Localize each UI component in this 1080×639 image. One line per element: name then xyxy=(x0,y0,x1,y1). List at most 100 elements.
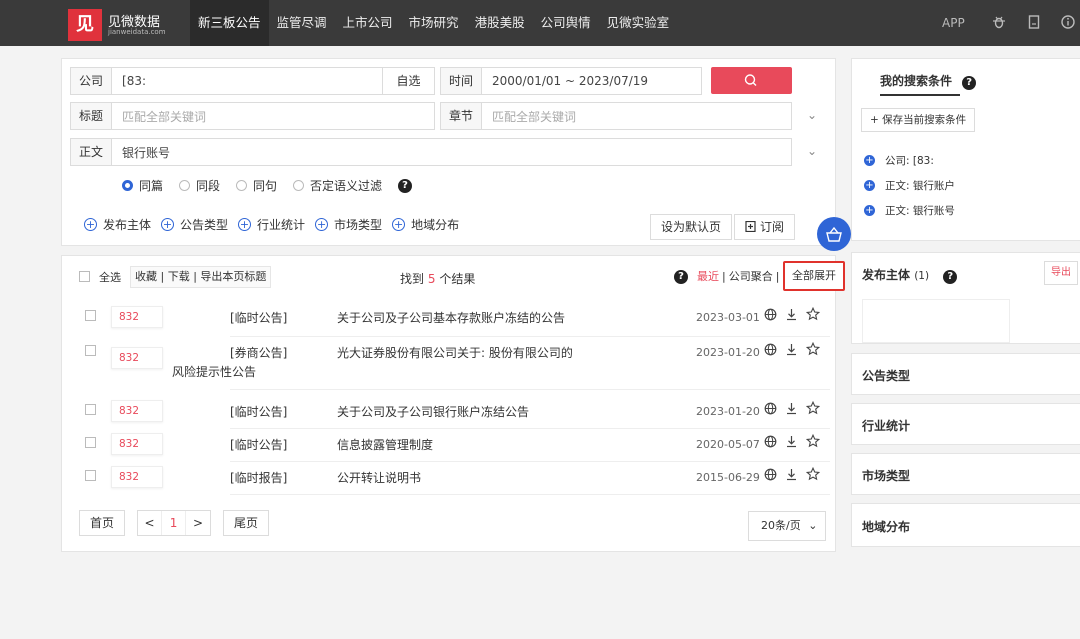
stock-code[interactable]: 832 xyxy=(111,433,163,455)
help-icon[interactable]: ? xyxy=(943,270,958,284)
subscribe-button[interactable]: 订阅 xyxy=(734,214,796,240)
save-conditions-button[interactable]: + 保存当前搜索条件 xyxy=(861,108,976,132)
plus-circle-icon[interactable]: + xyxy=(315,218,329,231)
sort-company-group[interactable]: 公司聚合 xyxy=(729,267,773,287)
company-field[interactable]: 公司 [83: 自选 xyxy=(70,67,435,95)
nav-item-opinion[interactable]: 公司舆情 xyxy=(533,0,599,46)
nav-item-regulation[interactable]: 监管尽调 xyxy=(269,0,335,46)
globe-icon[interactable] xyxy=(764,468,777,481)
export-titles-button[interactable]: 导出本页标题 xyxy=(200,270,266,283)
announcement-title-cont[interactable]: 风险提示性公告 xyxy=(172,363,256,380)
filter-industry[interactable]: 行业统计 xyxy=(257,216,305,233)
globe-icon[interactable] xyxy=(764,343,777,356)
expand-all-button[interactable]: 全部展开 xyxy=(783,261,845,291)
filter-publisher[interactable]: 发布主体 xyxy=(103,216,151,233)
page-size-select[interactable]: 20条/页 ⌄ xyxy=(748,511,826,541)
time-range-value[interactable]: 2000/01/01 ~ 2023/07/19 xyxy=(482,74,648,88)
next-page-button[interactable]: > xyxy=(186,511,210,535)
star-icon[interactable] xyxy=(806,401,820,415)
sort-latest[interactable]: 最近 xyxy=(697,267,719,287)
condition-item[interactable]: + 正文: 银行账户 xyxy=(864,178,955,193)
help-icon[interactable]: ? xyxy=(674,270,688,284)
radio-negation-filter[interactable] xyxy=(293,180,305,191)
last-page-button[interactable]: 尾页 xyxy=(223,510,270,536)
chevron-down-icon[interactable]: ⌄ xyxy=(807,144,817,158)
filter-region[interactable]: 地域分布 xyxy=(411,216,459,233)
document-icon[interactable] xyxy=(1026,14,1042,30)
stock-code[interactable]: 832 xyxy=(111,306,163,328)
body-field[interactable]: 正文 银行账号 xyxy=(70,138,792,166)
download-icon[interactable] xyxy=(785,308,798,321)
download-icon[interactable] xyxy=(785,468,798,481)
row-checkbox[interactable] xyxy=(85,310,96,321)
nav-item-research[interactable]: 市场研究 xyxy=(401,0,467,46)
radio-same-paragraph[interactable] xyxy=(179,180,191,191)
company-value[interactable]: [83: xyxy=(112,74,146,88)
set-default-button[interactable]: 设为默认页 xyxy=(650,214,733,240)
bug-icon[interactable] xyxy=(991,14,1007,30)
export-button[interactable]: 导出 xyxy=(1044,261,1078,285)
download-icon[interactable] xyxy=(785,343,798,356)
favorite-button[interactable]: 收藏 xyxy=(135,270,157,283)
download-button[interactable]: 下载 xyxy=(168,270,190,283)
star-icon[interactable] xyxy=(806,467,820,481)
stock-code[interactable]: 832 xyxy=(111,466,163,488)
nav-item-neeq[interactable]: 新三板公告 xyxy=(190,0,269,46)
plus-circle-icon[interactable]: + xyxy=(238,218,252,231)
plus-circle-icon[interactable]: + xyxy=(161,218,175,231)
watchlist-button[interactable]: 自选 xyxy=(382,68,434,94)
first-page-button[interactable]: 首页 xyxy=(79,510,126,536)
body-input[interactable]: 银行账号 xyxy=(112,144,170,161)
announcement-title[interactable]: 光大证券股份有限公司关于: 股份有限公司的 xyxy=(337,344,573,361)
basket-button[interactable] xyxy=(817,217,851,251)
logo[interactable]: 见 xyxy=(68,9,102,41)
help-icon[interactable]: ? xyxy=(398,178,413,193)
globe-icon[interactable] xyxy=(764,435,777,448)
time-field[interactable]: 时间 2000/01/01 ~ 2023/07/19 xyxy=(440,67,702,95)
stock-code[interactable]: 832 xyxy=(111,400,163,422)
announcement-title[interactable]: 信息披露管理制度 xyxy=(337,436,433,453)
filter-market-type[interactable]: 市场类型 xyxy=(334,216,382,233)
condition-item[interactable]: + 公司: [83: xyxy=(864,153,934,168)
section-field[interactable]: 章节 匹配全部关键词 xyxy=(440,102,792,130)
star-icon[interactable] xyxy=(806,307,820,321)
download-icon[interactable] xyxy=(785,402,798,415)
download-icon[interactable] xyxy=(785,435,798,448)
star-icon[interactable] xyxy=(806,434,820,448)
chevron-down-icon[interactable]: ⌄ xyxy=(807,108,817,122)
announcement-title[interactable]: 公开转让说明书 xyxy=(337,469,421,486)
select-all-checkbox[interactable] xyxy=(79,271,90,282)
market-type-panel[interactable]: 市场类型 xyxy=(851,453,1080,495)
plus-circle-icon[interactable]: + xyxy=(392,218,406,231)
info-icon[interactable] xyxy=(1060,14,1076,30)
nav-item-hk-us[interactable]: 港股美股 xyxy=(467,0,533,46)
row-checkbox[interactable] xyxy=(85,404,96,415)
announcement-type-panel[interactable]: 公告类型 xyxy=(851,353,1080,395)
globe-icon[interactable] xyxy=(764,308,777,321)
title-input[interactable]: 匹配全部关键词 xyxy=(112,108,206,125)
plus-circle-icon[interactable]: + xyxy=(84,218,97,231)
stock-code[interactable]: 832 xyxy=(111,347,163,369)
industry-panel[interactable]: 行业统计 xyxy=(851,403,1080,445)
row-checkbox[interactable] xyxy=(85,437,96,448)
nav-item-lab[interactable]: 见微实验室 xyxy=(599,0,678,46)
title-field[interactable]: 标题 匹配全部关键词 xyxy=(70,102,435,130)
current-page[interactable]: 1 xyxy=(162,511,187,535)
nav-item-listed[interactable]: 上市公司 xyxy=(335,0,401,46)
globe-icon[interactable] xyxy=(764,402,777,415)
prev-page-button[interactable]: < xyxy=(138,511,163,535)
row-checkbox[interactable] xyxy=(85,345,96,356)
star-icon[interactable] xyxy=(806,342,820,356)
radio-same-sentence[interactable] xyxy=(236,180,248,191)
search-button[interactable] xyxy=(711,67,792,94)
filter-announcement-type[interactable]: 公告类型 xyxy=(180,216,228,233)
section-input[interactable]: 匹配全部关键词 xyxy=(482,108,576,125)
condition-item[interactable]: + 正文: 银行账号 xyxy=(864,203,955,218)
row-checkbox[interactable] xyxy=(85,470,96,481)
help-icon[interactable]: ? xyxy=(962,76,977,90)
region-panel[interactable]: 地域分布 xyxy=(851,503,1080,547)
app-link[interactable]: APP xyxy=(942,16,965,30)
radio-same-article[interactable] xyxy=(122,180,133,191)
announcement-title[interactable]: 关于公司及子公司银行账户冻结公告 xyxy=(337,403,529,420)
announcement-title[interactable]: 关于公司及子公司基本存款账户冻结的公告 xyxy=(337,309,565,326)
